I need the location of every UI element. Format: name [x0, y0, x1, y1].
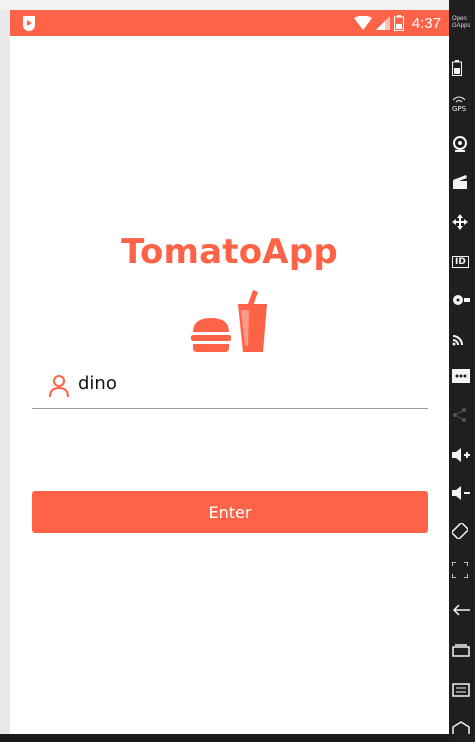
volume-up-icon[interactable] [452, 445, 472, 465]
resize-icon[interactable] [452, 560, 472, 580]
username-input[interactable]: dino [32, 370, 428, 410]
battery-icon[interactable] [452, 58, 472, 78]
app-title: TomatoApp [121, 232, 338, 272]
back-icon[interactable] [452, 600, 472, 620]
clapper-icon[interactable] [452, 172, 472, 192]
id-icon[interactable]: ID [452, 252, 472, 272]
status-bar: 4:37 [10, 10, 449, 36]
media-icon[interactable] [452, 290, 472, 310]
battery-icon [393, 15, 404, 31]
share-icon[interactable] [452, 405, 472, 425]
move-icon[interactable] [452, 212, 472, 232]
app-notification-icon [23, 16, 35, 31]
volume-down-icon[interactable] [452, 483, 472, 503]
more-icon[interactable] [452, 366, 472, 386]
status-icons: 4:37 [353, 13, 441, 33]
id-label: ID [452, 256, 469, 268]
username-underline [32, 408, 428, 409]
camera-icon[interactable] [452, 134, 472, 154]
gps-icon[interactable]: GPS [452, 96, 472, 116]
wifi-icon [353, 16, 372, 30]
recent-apps-icon[interactable] [452, 640, 472, 660]
cell-signal-icon [375, 16, 390, 30]
emulator-brand-label: Open GApps [452, 16, 471, 29]
emulator-side-toolbar: Open GApps GPS ID [449, 0, 475, 742]
gps-label: GPS [452, 105, 467, 113]
enter-button[interactable]: Enter [32, 491, 428, 533]
cast-icon[interactable] [452, 328, 472, 348]
status-time: 4:37 [411, 14, 441, 32]
menu-icon[interactable] [452, 680, 472, 700]
rotate-icon[interactable] [452, 521, 472, 541]
username-value[interactable]: dino [78, 373, 117, 394]
window-frame-left [0, 0, 10, 742]
user-icon [49, 375, 69, 398]
phone-screen: 4:37 TomatoApp dino Enter [10, 10, 449, 734]
window-frame-bottom [0, 734, 449, 742]
window-frame-top [0, 0, 449, 10]
home-icon[interactable] [452, 718, 472, 738]
burger-drink-logo-icon [191, 290, 267, 352]
